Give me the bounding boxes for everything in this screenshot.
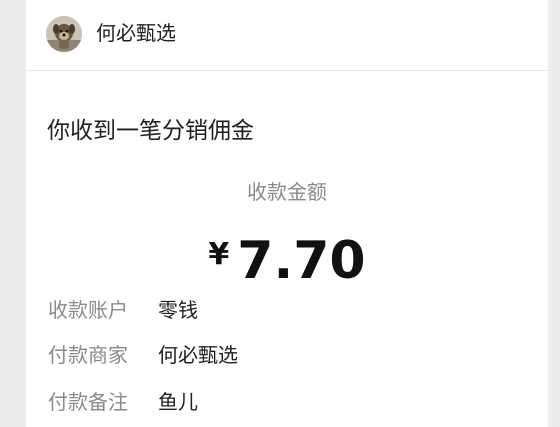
dog-avatar-icon[interactable]	[46, 16, 82, 52]
dog-avatar-graphic	[46, 16, 82, 52]
merchant-name[interactable]: 何必甄选	[96, 19, 176, 47]
detail-value-account: 零钱	[158, 298, 198, 322]
detail-row-account: 收款账户 零钱	[48, 295, 198, 325]
amount-label: 收款金额	[247, 180, 327, 204]
merchant-header[interactable]: 何必甄选	[26, 0, 548, 71]
detail-value-remark: 鱼儿	[158, 390, 198, 414]
currency-symbol: ¥	[208, 237, 230, 272]
detail-row-merchant: 付款商家 何必甄选	[48, 340, 238, 370]
detail-label-remark: 付款备注	[48, 390, 128, 414]
detail-row-remark: 付款备注 鱼儿	[48, 387, 198, 417]
payment-notice-card: 何必甄选 你收到一笔分销佣金 收款金额 ¥7.70 收款账户 零钱 付款商家 何必甄…	[26, 0, 548, 427]
notice-title: 你收到一笔分销佣金	[47, 118, 254, 144]
detail-label-merchant: 付款商家	[48, 343, 128, 367]
amount-value: 7.70	[237, 231, 366, 291]
detail-label-account: 收款账户	[48, 298, 128, 322]
detail-value-merchant: 何必甄选	[158, 343, 238, 367]
